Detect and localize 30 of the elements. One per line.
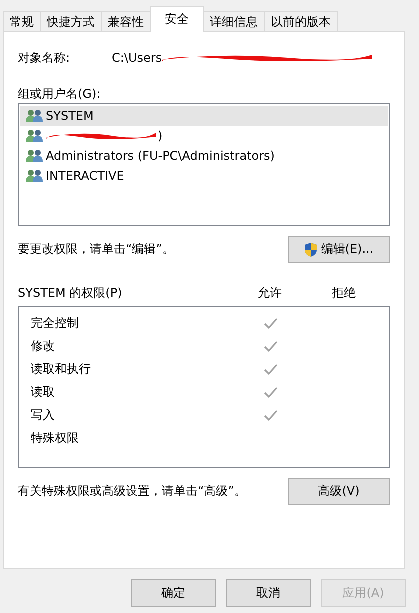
tab[interactable]: 安全 [150, 6, 204, 32]
field-label: 对象名称: [18, 50, 72, 66]
shield-icon [304, 242, 318, 258]
hint-text: 有关特殊权限或高级设置，请单击“高级”。 [18, 483, 246, 500]
permissions-label: SYSTEM 的权限(P) [18, 284, 124, 302]
column-header: 允许 [257, 284, 283, 302]
user-group-icon [26, 149, 44, 163]
permission-name: 写入 [31, 407, 56, 424]
tab[interactable]: 常规 [3, 11, 41, 32]
permission-name: 修改 [31, 338, 56, 355]
permission-name: 完全控制 [31, 315, 80, 332]
tab[interactable]: 以前的版本 [264, 11, 338, 32]
object-path: C:\Users [112, 51, 162, 65]
hint-text: 要更改权限，请单击“编辑”。 [18, 241, 174, 258]
user-group-icon [26, 129, 44, 143]
user-item[interactable]: ) [20, 126, 388, 146]
permission-name: 读取和执行 [31, 361, 92, 378]
dialog-button[interactable]: 取消 [226, 579, 311, 607]
user-item[interactable]: INTERACTIVE [20, 166, 388, 186]
list-label: 组或用户名(G): [18, 86, 102, 102]
user-group-icon [26, 169, 44, 183]
permission-name: 读取 [31, 384, 56, 401]
advanced-button[interactable]: 高级(V) [288, 478, 390, 505]
user-item[interactable]: Administrators (FU-PC\Administrators) [20, 146, 388, 166]
user-group-icon [26, 109, 44, 123]
dialog-button[interactable]: 确定 [131, 579, 216, 607]
edit-button[interactable]: 编辑(E)... [288, 236, 390, 263]
column-header: 拒绝 [331, 284, 357, 302]
user-item[interactable]: SYSTEM [20, 106, 388, 126]
permission-name: 特殊权限 [31, 430, 80, 447]
